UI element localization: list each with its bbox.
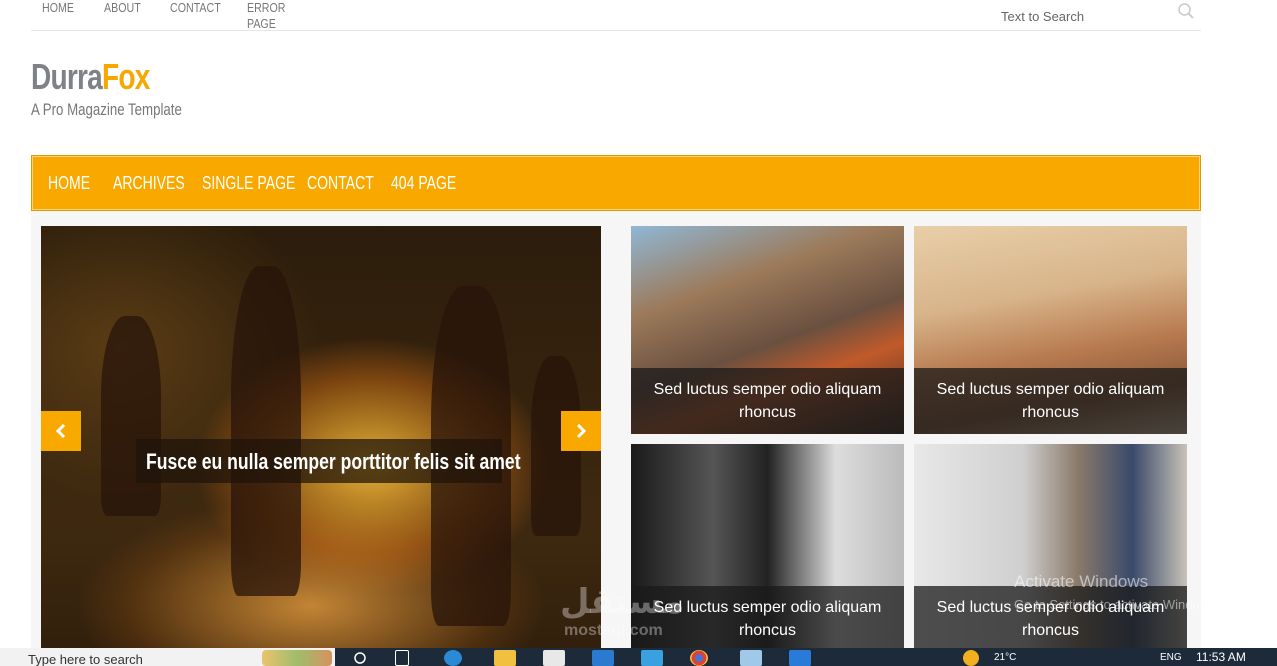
file-explorer-icon[interactable] (494, 650, 516, 666)
mostaql-watermark-arabic: مستقل (560, 582, 685, 622)
notepad-icon[interactable] (740, 650, 762, 666)
post-card[interactable]: Sed luctus semper odio aliquam rhoncus (914, 226, 1187, 434)
search-input[interactable] (1001, 5, 1171, 27)
slider-figure (101, 316, 161, 516)
taskbar-temperature: 21°C (994, 652, 1017, 663)
taskbar-search-text: Type here to search (28, 652, 143, 666)
slider-next-button[interactable] (561, 411, 601, 451)
task-view-icon[interactable] (395, 650, 409, 666)
post-card-title[interactable]: Sed luctus semper odio aliquam rhoncus (648, 378, 888, 424)
post-card[interactable]: Sed luctus semper odio aliquam rhoncus (914, 444, 1187, 652)
search-icon[interactable] (1177, 2, 1195, 20)
post-card-title[interactable]: Sed luctus semper odio aliquam rhoncus (931, 378, 1171, 424)
main-nav-404-page[interactable]: 404 PAGE (391, 173, 456, 194)
activate-windows-subtitle: Go to Settings to activate Windows. (1014, 597, 1220, 612)
site-logo[interactable]: DurraFox (31, 57, 150, 97)
site-tagline: A Pro Magazine Template (31, 100, 182, 119)
edge-icon[interactable] (444, 650, 462, 666)
windows-taskbar: Type here to search 21°C ENG 11:53 AM (0, 648, 1277, 666)
chrome-icon[interactable] (690, 650, 708, 666)
taskbar-language[interactable]: ENG (1160, 652, 1182, 663)
slider-figure (231, 266, 301, 596)
chevron-right-icon (576, 423, 587, 439)
main-nav-home[interactable]: HOME (48, 173, 99, 194)
taskbar-search[interactable]: Type here to search (0, 648, 335, 666)
top-nav-contact[interactable]: CONTACT (170, 0, 228, 32)
mostaql-watermark: مستقل mostaql.com (560, 582, 720, 648)
main-nav-contact[interactable]: CONTACT (307, 173, 374, 194)
search-icon[interactable] (350, 650, 372, 666)
mostaql-watermark-url: mostaql.com (564, 622, 663, 639)
main-nav-archives[interactable]: ARCHIVES (113, 173, 185, 194)
main-nav-single-page[interactable]: SINGLE PAGE (202, 173, 295, 194)
post-card-caption: Sed luctus semper odio aliquam rhoncus (631, 368, 904, 434)
slider-caption-text: Fusce eu nulla semper porttitor felis si… (146, 449, 521, 474)
weather-icon (963, 650, 979, 666)
post-card-caption: Sed luctus semper odio aliquam rhoncus (914, 368, 1187, 434)
post-card-caption: Sed luctus semper odio aliquam rhoncus (914, 586, 1187, 652)
top-nav-about[interactable]: ABOUT (104, 0, 153, 32)
vscode-icon[interactable] (789, 650, 811, 666)
taskbar-clock[interactable]: 11:53 AM (1196, 650, 1246, 664)
main-nav: HOME ARCHIVES SINGLE PAGE CONTACT 404 PA… (31, 155, 1201, 211)
mail-icon[interactable] (592, 650, 614, 666)
slider-caption[interactable]: Fusce eu nulla semper porttitor felis si… (136, 439, 521, 483)
logo-part-durra: Durra (31, 56, 103, 97)
store-icon[interactable] (543, 650, 565, 666)
top-nav-error-page[interactable]: ERROR PAGE (247, 0, 304, 32)
activate-windows-title: Activate Windows (1014, 572, 1149, 591)
top-nav-home[interactable]: HOME (42, 0, 88, 32)
search-box (1001, 0, 1201, 30)
slider-prev-button[interactable] (41, 411, 81, 451)
post-card[interactable]: Sed luctus semper odio aliquam rhoncus (631, 226, 904, 434)
main-nav-list: HOME ARCHIVES SINGLE PAGE CONTACT 404 PA… (48, 156, 461, 210)
logo-part-fox: Fox (102, 56, 150, 97)
app-icon[interactable] (641, 650, 663, 666)
top-bar: HOME ABOUT CONTACT ERROR PAGE (31, 0, 1201, 31)
chevron-left-icon (55, 423, 66, 439)
top-nav: HOME ABOUT CONTACT ERROR PAGE (42, 0, 323, 32)
taskbar-search-highlight-image (262, 650, 332, 666)
